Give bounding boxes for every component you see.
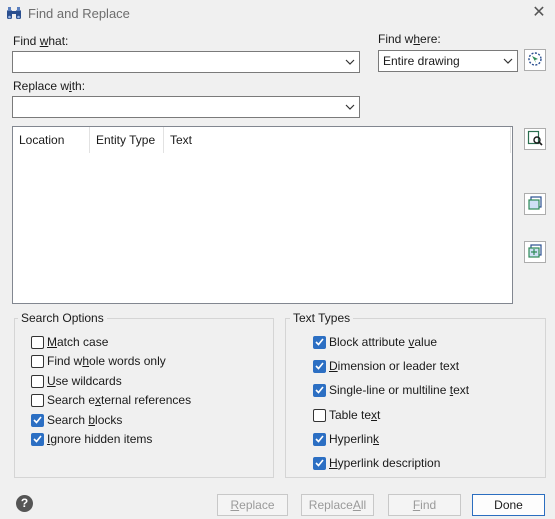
checkbox-label: Hyperlink description [329, 456, 441, 470]
column-header-text[interactable]: Text [164, 127, 511, 153]
text-types-title: Text Types [290, 311, 354, 325]
checkbox-box[interactable] [31, 432, 44, 446]
replace-with-label: Replace with: [13, 79, 86, 93]
checkbox-box[interactable] [313, 335, 326, 349]
close-icon[interactable]: ✕ [530, 4, 548, 22]
select-objects-icon [527, 51, 543, 70]
checkbox-label: Block attribute value [329, 335, 438, 349]
checkbox-box[interactable] [31, 413, 44, 427]
use-wildcards-checkbox[interactable]: Use wildcards [31, 374, 122, 388]
ignore-hidden-checkbox[interactable]: Ignore hidden items [31, 432, 152, 446]
replace-with-combobox[interactable] [12, 96, 360, 118]
match-case-checkbox[interactable]: Match case [31, 335, 108, 349]
checkbox-box[interactable] [313, 456, 326, 470]
search-blocks-checkbox[interactable]: Search blocks [31, 413, 122, 427]
find-button[interactable]: Find [388, 494, 461, 516]
search-options-title: Search Options [18, 311, 107, 325]
selection-set-all-icon [527, 243, 543, 262]
create-selection-set-highlighted-button[interactable] [524, 193, 546, 215]
checkbox-label: Single-line or multiline text [329, 383, 470, 397]
table-text-checkbox[interactable]: Table text [313, 408, 380, 422]
checkbox-label: Use wildcards [47, 374, 122, 388]
replace-button[interactable]: Replace [217, 494, 288, 516]
single-multiline-checkbox[interactable]: Single-line or multiline text [313, 383, 469, 397]
column-header-location[interactable]: Location [13, 127, 90, 153]
replace-all-button[interactable]: Replace All [301, 494, 374, 516]
results-header: Location Entity Type Text [13, 127, 512, 153]
checkbox-label: Search external references [47, 393, 192, 407]
checkbox-box[interactable] [313, 408, 326, 422]
checkbox-box[interactable] [313, 432, 326, 446]
window-title: Find and Replace [28, 6, 130, 21]
checkbox-label: Search blocks [47, 413, 123, 427]
checkbox-label: Find whole words only [47, 354, 166, 368]
checkbox-box[interactable] [313, 383, 326, 397]
find-what-label: Find what: [13, 34, 69, 48]
results-list[interactable]: Location Entity Type Text [12, 126, 513, 304]
create-selection-set-all-button[interactable] [524, 241, 546, 263]
zoom-magnifier-icon [527, 130, 543, 149]
whole-words-checkbox[interactable]: Find whole words only [31, 354, 166, 368]
checkbox-box[interactable] [313, 359, 326, 373]
external-references-checkbox[interactable]: Search external references [31, 393, 191, 407]
checkbox-label: Ignore hidden items [47, 432, 153, 446]
checkbox-box[interactable] [31, 335, 44, 349]
chevron-down-icon[interactable] [341, 97, 359, 117]
done-button[interactable]: Done [472, 494, 545, 516]
checkbox-label: Table text [329, 408, 381, 422]
checkbox-box[interactable] [31, 393, 44, 407]
checkbox-box[interactable] [31, 374, 44, 388]
find-where-select[interactable]: Entire drawing [378, 50, 518, 72]
column-header-entity-type[interactable]: Entity Type [90, 127, 164, 153]
zoom-to-highlighted-button[interactable] [524, 128, 546, 150]
block-attribute-checkbox[interactable]: Block attribute value [313, 335, 437, 349]
binoculars-icon [6, 6, 22, 20]
chevron-down-icon[interactable] [499, 51, 517, 71]
find-where-value: Entire drawing [383, 54, 460, 68]
title-bar: Find and Replace ✕ [0, 0, 555, 26]
checkbox-box[interactable] [31, 354, 44, 368]
find-what-combobox[interactable] [12, 51, 360, 73]
checkbox-label: Dimension or leader text [329, 359, 460, 373]
find-where-label: Find where: [378, 32, 441, 46]
select-objects-button[interactable] [524, 49, 546, 71]
dimension-leader-checkbox[interactable]: Dimension or leader text [313, 359, 459, 373]
chevron-down-icon[interactable] [341, 52, 359, 72]
hyperlink-checkbox[interactable]: Hyperlink [313, 432, 379, 446]
selection-set-icon [527, 195, 543, 214]
checkbox-label: Match case [47, 335, 109, 349]
checkbox-label: Hyperlink [329, 432, 380, 446]
help-icon[interactable]: ? [16, 495, 33, 512]
hyperlink-description-checkbox[interactable]: Hyperlink description [313, 456, 440, 470]
